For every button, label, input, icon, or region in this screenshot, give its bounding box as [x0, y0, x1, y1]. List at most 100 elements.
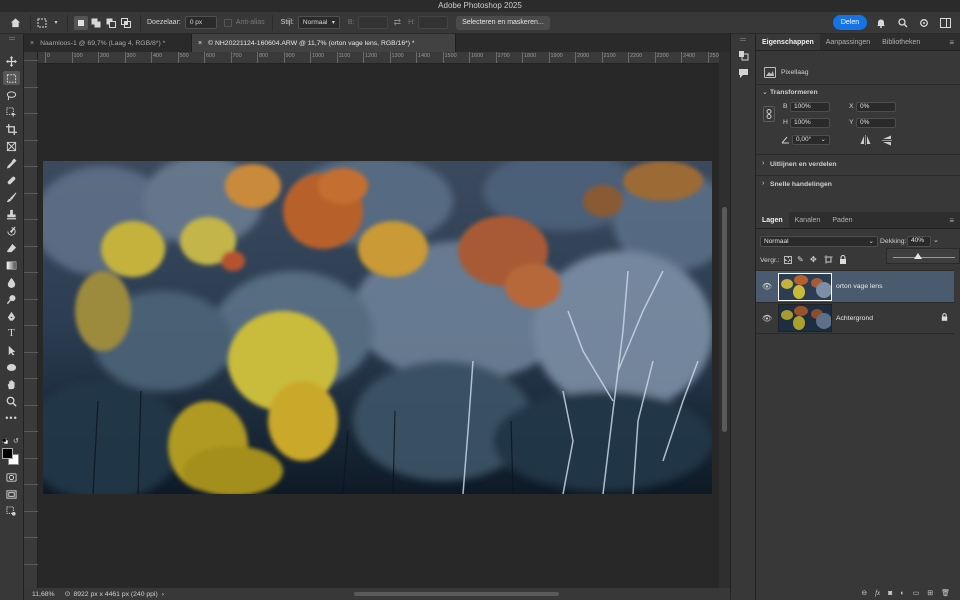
zoom-level[interactable]: 11,68%: [32, 591, 55, 598]
horizontal-scroll-thumb[interactable]: [354, 592, 559, 596]
history-panel-icon[interactable]: [738, 50, 750, 62]
swap-icon[interactable]: ⇄: [394, 17, 402, 28]
align-distribute-heading[interactable]: Uitlijnen en verdelen: [770, 161, 836, 168]
document-image[interactable]: [43, 161, 712, 494]
chevron-right-icon[interactable]: ›: [762, 180, 764, 187]
layer-row[interactable]: 👁 orton vage lens: [756, 270, 954, 302]
home-icon[interactable]: [0, 12, 30, 34]
more-tools-icon[interactable]: •••: [3, 411, 20, 425]
opacity-slider-thumb[interactable]: [913, 253, 922, 259]
delete-layer-icon[interactable]: 🗑: [941, 589, 950, 597]
flip-horizontal-icon[interactable]: [860, 135, 871, 145]
lock-position-icon[interactable]: ✥: [810, 255, 817, 264]
type-tool-icon[interactable]: T: [3, 326, 20, 340]
comments-panel-icon[interactable]: [738, 68, 750, 80]
transform-heading[interactable]: Transformeren: [770, 89, 818, 96]
screen-mode-icon[interactable]: [3, 487, 20, 501]
frame-tool-icon[interactable]: [3, 139, 20, 153]
lock-artboard-icon[interactable]: [824, 255, 833, 264]
move-tool-icon[interactable]: [3, 54, 20, 68]
hand-tool-icon[interactable]: [3, 377, 20, 391]
zoom-tool-icon[interactable]: [3, 394, 20, 408]
clone-stamp-tool-icon[interactable]: [3, 207, 20, 221]
chevron-down-icon[interactable]: ⌄: [762, 88, 768, 96]
healing-brush-tool-icon[interactable]: [3, 173, 20, 187]
bell-icon[interactable]: [875, 17, 887, 29]
panel-menu-icon[interactable]: ≡: [949, 34, 954, 50]
add-mask-icon[interactable]: ◙: [888, 590, 892, 597]
vertical-scrollbar[interactable]: [719, 52, 730, 588]
swap-colors-icon[interactable]: ↺: [13, 437, 19, 445]
tab-layers[interactable]: Lagen: [756, 212, 789, 228]
y-input[interactable]: 0%: [856, 118, 896, 128]
chevron-down-icon[interactable]: ▾: [52, 19, 60, 26]
width-input[interactable]: [357, 16, 388, 29]
gradient-tool-icon[interactable]: [3, 258, 20, 272]
tab-document-1[interactable]: × Naamloos-1 @ 69,7% (Laag 4, RGB/8*) *: [24, 34, 192, 52]
pen-tool-icon[interactable]: [3, 309, 20, 323]
panel-menu-icon[interactable]: ≡: [949, 212, 954, 228]
marquee-preset-icon[interactable]: [30, 14, 52, 31]
link-layers-icon[interactable]: ⊖: [861, 589, 867, 597]
path-selection-tool-icon[interactable]: [3, 343, 20, 357]
settings-icon[interactable]: [918, 17, 930, 29]
share-button[interactable]: Delen: [833, 15, 867, 30]
tab-paths[interactable]: Paden: [826, 212, 858, 228]
layer-row[interactable]: 👁 Achtergrond: [756, 302, 954, 334]
opacity-input[interactable]: 40%: [907, 236, 931, 247]
history-brush-tool-icon[interactable]: [3, 224, 20, 238]
height-input[interactable]: [418, 16, 449, 29]
lasso-tool-icon[interactable]: [3, 88, 20, 102]
antialias-checkbox[interactable]: [223, 18, 232, 27]
eraser-tool-icon[interactable]: [3, 241, 20, 255]
layer-style-icon[interactable]: fx: [875, 589, 880, 597]
layer-name[interactable]: Achtergrond: [836, 315, 873, 322]
brush-tool-icon[interactable]: [3, 190, 20, 204]
tab-channels[interactable]: Kanalen: [789, 212, 827, 228]
lock-image-icon[interactable]: ✎: [797, 255, 804, 264]
close-icon[interactable]: ×: [198, 40, 202, 47]
object-selection-tool-icon[interactable]: [3, 105, 20, 119]
select-and-mask-button[interactable]: Selecteren en maskeren...: [456, 15, 550, 30]
blur-tool-icon[interactable]: [3, 275, 20, 289]
angle-input[interactable]: 0,00° ⌄: [792, 135, 830, 145]
dodge-tool-icon[interactable]: [3, 292, 20, 306]
chevron-right-icon[interactable]: ›: [162, 591, 164, 598]
new-group-icon[interactable]: ▭: [913, 589, 920, 597]
quick-actions-heading[interactable]: Snelle handelingen: [770, 181, 832, 188]
tab-document-2[interactable]: × © NH20221124-160604.ARW @ 11,7% (orton…: [192, 34, 456, 52]
crop-tool-icon[interactable]: [3, 122, 20, 136]
blend-mode-select[interactable]: Normaal ⌄: [760, 236, 878, 247]
tab-properties[interactable]: Eigenschappen: [756, 34, 820, 50]
layer-name[interactable]: orton vage lens: [836, 283, 882, 290]
opacity-slider[interactable]: [886, 248, 960, 264]
x-input[interactable]: 0%: [856, 102, 896, 112]
document-info[interactable]: 8922 px x 4461 px (240 ppi): [73, 591, 157, 598]
chevron-right-icon[interactable]: ›: [762, 160, 764, 167]
new-selection-icon[interactable]: [74, 15, 88, 30]
foreground-color-swatch[interactable]: [2, 448, 13, 459]
vertical-scroll-thumb[interactable]: [722, 207, 727, 432]
close-icon[interactable]: ×: [30, 40, 34, 47]
subtract-selection-icon[interactable]: [103, 16, 118, 30]
width-input[interactable]: 100%: [790, 102, 830, 112]
eye-icon[interactable]: 👁: [756, 314, 778, 323]
intersect-selection-icon[interactable]: [118, 16, 133, 30]
workspace-icon[interactable]: [938, 17, 952, 29]
content-aware-icon[interactable]: [3, 504, 20, 518]
eye-icon[interactable]: 👁: [756, 282, 778, 291]
add-selection-icon[interactable]: [88, 16, 103, 30]
flip-vertical-icon[interactable]: [882, 135, 892, 146]
new-layer-icon[interactable]: ⊞: [927, 589, 933, 597]
lock-transparent-icon[interactable]: [784, 256, 792, 264]
lock-icon[interactable]: [941, 313, 948, 323]
eyedropper-tool-icon[interactable]: [3, 156, 20, 170]
lock-all-icon[interactable]: [839, 255, 847, 264]
reset-colors-icon[interactable]: [1, 437, 9, 445]
ellipse-tool-icon[interactable]: [3, 360, 20, 374]
tab-libraries[interactable]: Bibliotheken: [876, 34, 926, 50]
search-icon[interactable]: [897, 17, 909, 29]
feather-input[interactable]: 0 px: [184, 16, 217, 29]
quick-mask-icon[interactable]: [3, 470, 20, 484]
chevron-down-icon[interactable]: ⌄: [933, 236, 939, 244]
